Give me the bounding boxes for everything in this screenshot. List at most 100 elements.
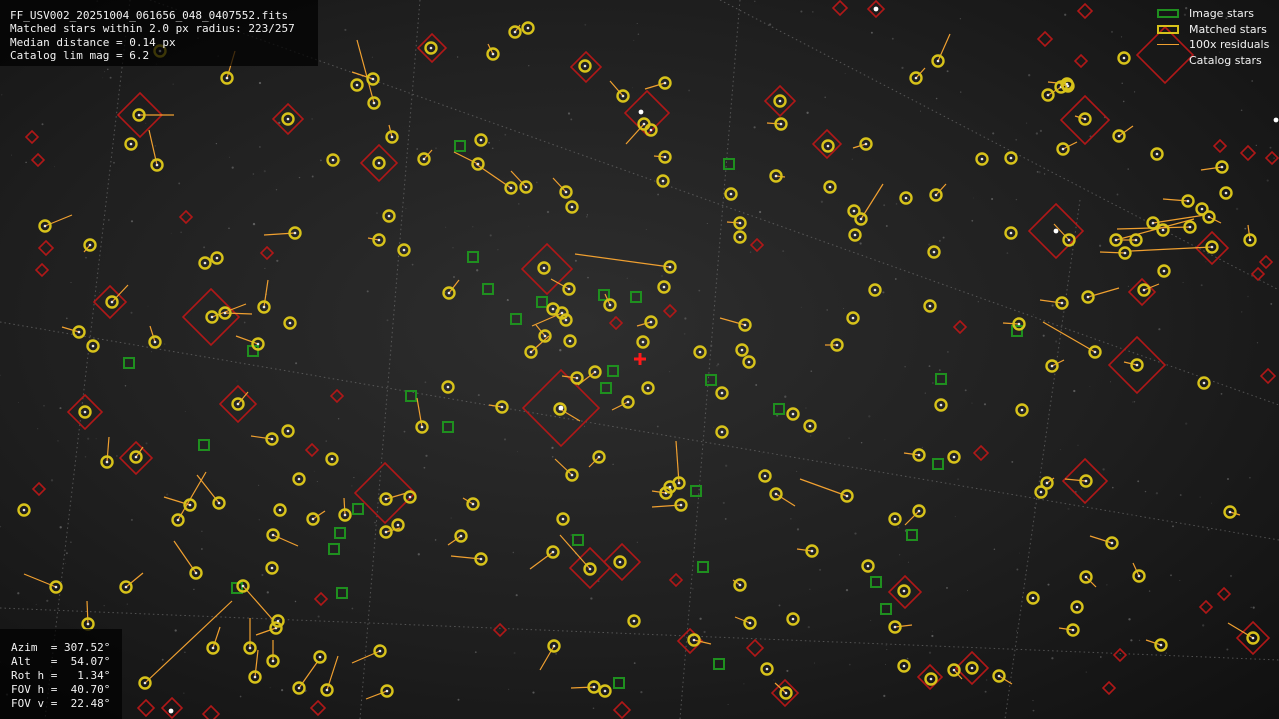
background-star — [103, 604, 105, 607]
image-star-square — [880, 603, 892, 615]
background-star — [295, 362, 298, 365]
star-core — [1162, 269, 1166, 273]
background-star — [147, 305, 149, 307]
background-star — [716, 365, 718, 367]
background-star — [845, 588, 849, 592]
catalog-star-diamond — [24, 129, 40, 145]
background-star — [166, 493, 169, 496]
residual-line — [343, 497, 346, 516]
background-star — [311, 118, 313, 120]
star-core — [774, 174, 778, 178]
residual-line — [559, 408, 581, 422]
background-star — [416, 148, 419, 150]
catalog-star-diamond — [1036, 30, 1054, 48]
background-star — [1127, 168, 1129, 170]
background-star — [1039, 129, 1043, 133]
background-star — [1273, 157, 1276, 160]
catalog-star-diamond — [329, 388, 345, 404]
background-star — [263, 170, 266, 173]
star-core — [88, 243, 92, 247]
background-star — [1112, 486, 1114, 489]
star-core — [297, 477, 301, 481]
background-star — [184, 651, 186, 654]
background-star — [570, 118, 573, 121]
star-core — [343, 513, 347, 517]
star-core — [1251, 636, 1255, 640]
residual-line — [453, 151, 479, 165]
background-star — [445, 226, 447, 228]
background-star — [116, 455, 118, 457]
background-star — [476, 269, 479, 272]
star-core — [1224, 191, 1228, 195]
background-star — [87, 437, 90, 440]
background-star — [1042, 334, 1045, 337]
background-star — [1244, 227, 1247, 230]
star-core — [1009, 231, 1013, 235]
image-star-square — [352, 503, 364, 515]
catalog-star-diamond — [201, 704, 221, 719]
background-star — [18, 402, 19, 403]
star-core — [1086, 295, 1090, 299]
star-core — [355, 83, 359, 87]
background-star — [790, 518, 792, 520]
star-core — [422, 157, 426, 161]
background-star — [0, 94, 3, 96]
background-star — [1059, 449, 1061, 451]
background-star — [456, 56, 459, 58]
background-star — [983, 403, 987, 406]
background-star — [1026, 122, 1028, 124]
background-star — [894, 278, 897, 280]
background-star — [269, 687, 271, 689]
catalog-star-diamond — [1127, 277, 1157, 307]
residual-line — [111, 284, 129, 303]
star-core — [459, 534, 463, 538]
star-core — [561, 517, 565, 521]
star-core — [43, 224, 47, 228]
background-star — [1067, 507, 1070, 510]
star-core — [774, 492, 778, 496]
star-core — [377, 238, 381, 242]
star-core — [970, 666, 974, 670]
star-core — [1083, 117, 1087, 121]
star-core — [155, 163, 159, 167]
star-core — [873, 288, 877, 292]
image-star-square — [123, 357, 135, 369]
background-star — [984, 690, 987, 693]
background-star — [668, 370, 671, 373]
background-star — [924, 392, 926, 394]
star-core — [1020, 408, 1024, 412]
star-core — [420, 425, 424, 429]
background-star — [41, 123, 44, 126]
star-core — [952, 455, 956, 459]
background-star — [851, 158, 853, 160]
star-core — [779, 122, 783, 126]
background-star — [712, 426, 714, 428]
image-star-square — [906, 529, 918, 541]
background-star — [353, 477, 355, 479]
star-core — [738, 221, 742, 225]
background-star — [807, 625, 810, 629]
star-core — [810, 549, 814, 553]
star-core — [808, 424, 812, 428]
star-core — [479, 557, 483, 561]
star-core — [402, 248, 406, 252]
star-core — [529, 350, 533, 354]
residual-line — [1039, 299, 1063, 304]
star-core — [914, 76, 918, 80]
background-star — [854, 532, 857, 535]
star-core — [297, 686, 301, 690]
background-star — [371, 56, 374, 58]
catalog-star-diamond — [1239, 144, 1257, 162]
background-star — [586, 214, 589, 216]
background-star — [513, 651, 516, 655]
background-star — [1127, 285, 1129, 287]
background-star — [898, 554, 901, 556]
background-star — [960, 91, 962, 93]
star-core — [471, 502, 475, 506]
background-star — [43, 404, 45, 407]
background-star — [104, 71, 106, 73]
star-core — [286, 117, 290, 121]
star-core — [22, 508, 26, 512]
catalog-star-diamond — [608, 315, 624, 331]
star-core — [583, 64, 587, 68]
